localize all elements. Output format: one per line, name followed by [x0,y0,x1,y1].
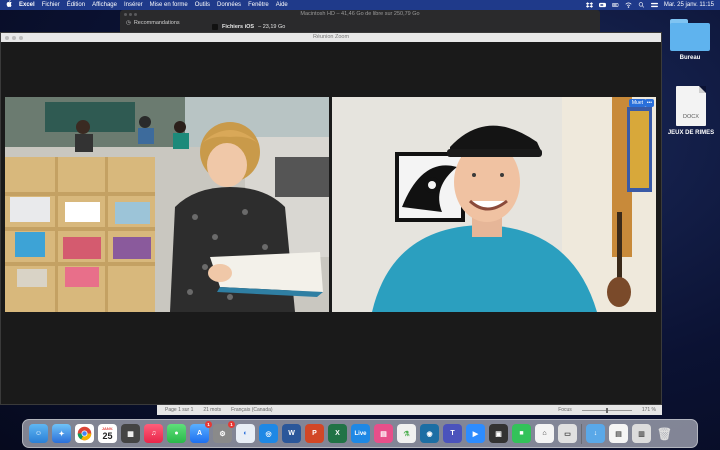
focus-button[interactable]: Focus [558,407,572,413]
powerpoint-icon[interactable]: P [305,424,324,443]
menu-mise-en-forme[interactable]: Mise en forme [150,0,188,10]
word-status-bar: Page 1 sur 1 21 mots Français (Canada) F… [157,405,662,415]
notification-badge: 1 [228,421,235,428]
excel-icon[interactable]: X [328,424,347,443]
finder-icon[interactable]: ☺ [29,424,48,443]
spotlight-search-icon[interactable] [638,2,645,8]
wifi-icon[interactable] [625,2,632,8]
calendar-day: 25 [102,431,113,441]
finder-title: Macintosh HD – 41,46 Go de libre sur 250… [300,11,420,17]
minimize-icon[interactable] [12,36,16,40]
screen-share-icon[interactable]: ◐ [236,424,255,443]
dock: ☺ ✦ JANV. 25 ▦ ♫ ● A1 ⚙ 1 ◐ ◎ W P X Live … [22,419,698,448]
teams-icon[interactable]: T [443,424,462,443]
globe-icon[interactable]: ◎ [259,424,278,443]
finder-sidebar-item-recommandations[interactable]: ◷ Recommandations [126,20,180,26]
finder-row-label: Fichiers iOS [222,24,255,30]
preview-icon[interactable]: ⌂ [535,424,554,443]
system-preferences-icon[interactable]: ⚙ 1 [213,421,235,443]
stack-icon[interactable]: ▥ [632,424,651,443]
control-center-icon[interactable] [650,2,658,8]
calendar-icon[interactable]: JANV. 25 [98,424,117,443]
menu-donnees[interactable]: Données [217,0,241,10]
dock-separator [581,423,582,444]
calculator-icon[interactable]: ▦ [121,424,140,443]
menu-edition[interactable]: Édition [67,0,85,10]
close-icon[interactable] [5,36,9,40]
desktop-folder-bureau[interactable]: Bureau [667,17,713,61]
battery-icon[interactable] [611,2,619,8]
video-tile-classroom[interactable] [5,97,329,312]
menu-clock[interactable]: Mar. 25 janv. 11:15 [664,0,714,10]
finder-list-row[interactable]: Fichiers iOS – 23,19 Go [212,24,285,30]
menu-fichier[interactable]: Fichier [42,0,60,10]
menu-affichage[interactable]: Affichage [92,0,117,10]
device-icon [212,24,218,30]
app-store-icon[interactable]: A1 [190,421,212,443]
menu-aide[interactable]: Aide [276,0,288,10]
language-indicator[interactable]: Français (Canada) [231,407,272,413]
finder-row-size: – 23,19 Go [258,24,286,30]
word-count: 21 mots [203,407,222,413]
screenshot-icon[interactable]: ▭ [558,424,577,443]
finder-window: Macintosh HD – 41,46 Go de libre sur 250… [120,10,600,32]
zoom-slider[interactable] [581,407,632,413]
zoom-title: Réunion Zoom [312,34,350,40]
desktop-file-docx[interactable]: DOCX JEUX DE RIMES [664,86,718,136]
dropbox-icon[interactable] [585,2,593,8]
document-icon: DOCX [676,86,706,126]
live-icon[interactable]: Live [351,424,370,443]
finder-sidebar-label: Recommandations [133,20,180,26]
page-count: Page 1 sur 1 [165,407,194,413]
zoom-app-icon[interactable]: ▶ [466,424,485,443]
notification-badge: 1 [205,421,212,428]
word-icon[interactable]: W [282,424,301,443]
activity-monitor-icon[interactable]: ▣ [489,424,508,443]
messages-icon[interactable]: ● [167,424,186,443]
menu-outils[interactable]: Outils [195,0,210,10]
zoom-status-icon[interactable] [598,2,606,8]
presenter-video-frame [332,97,656,312]
trash-icon[interactable]: 🗑 [655,424,674,443]
app-menu[interactable]: Excel [19,0,35,10]
more-options-button[interactable]: ••• [644,99,654,107]
classroom-video-frame [5,97,329,312]
zoom-title-bar: Réunion Zoom [1,33,661,42]
menu-bar: Excel Fichier Édition Affichage Insérer … [0,0,720,10]
finder-title-bar: Macintosh HD – 41,46 Go de libre sur 250… [120,10,600,19]
video-tile-presenter[interactable]: Muet ••• [332,97,656,312]
quicktime-icon[interactable]: ◉ [420,424,439,443]
safari-icon[interactable]: ✦ [52,424,71,443]
close-icon[interactable] [124,13,127,16]
downloads-folder-icon[interactable]: ↓ [586,424,605,443]
flask-icon[interactable]: ⚗ [397,424,416,443]
fullscreen-icon[interactable] [19,36,23,40]
recent-documents-icon[interactable]: ▤ [609,424,628,443]
minimize-icon[interactable] [129,13,132,16]
clock-icon: ◷ [126,20,131,26]
desktop-file-label: JEUX DE RIMES [667,130,715,136]
desktop-folder-label: Bureau [679,55,701,61]
menu-fenetre[interactable]: Fenêtre [248,0,269,10]
zoom-icon[interactable] [134,13,137,16]
menu-inserer[interactable]: Insérer [124,0,143,10]
apple-menu-icon[interactable] [6,0,12,11]
books-icon[interactable]: ▤ [374,424,393,443]
facetime-icon[interactable]: ■ [512,424,531,443]
chrome-icon[interactable] [75,424,94,443]
file-type-label: DOCX [683,114,699,120]
folder-icon [668,17,712,53]
zoom-percent: 171 % [641,407,656,413]
muted-indicator: Muet [628,99,646,107]
music-icon[interactable]: ♫ [144,424,163,443]
